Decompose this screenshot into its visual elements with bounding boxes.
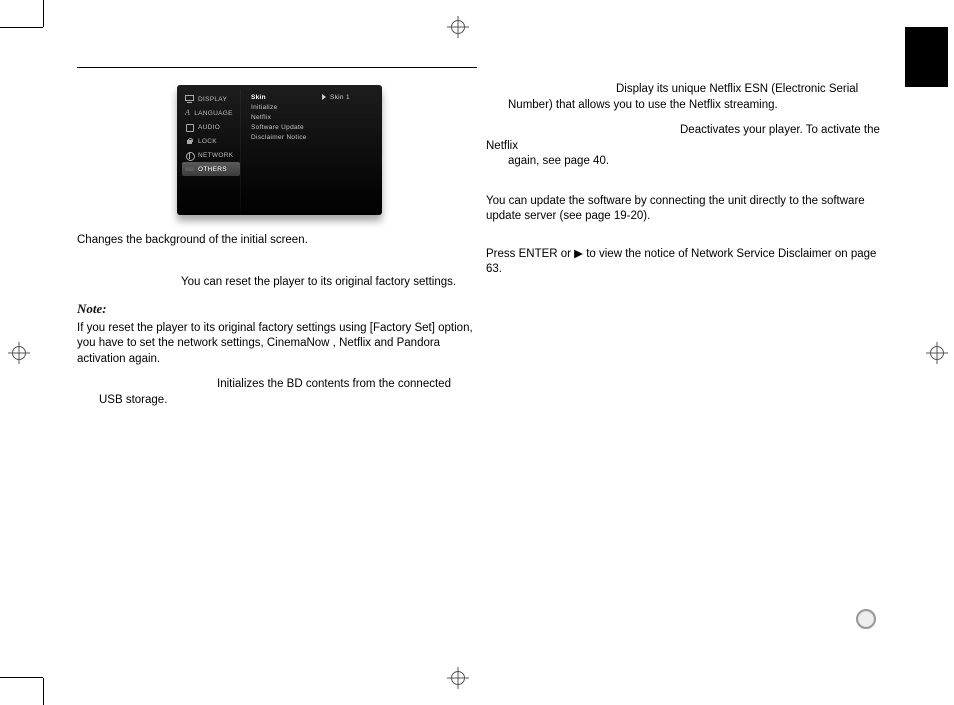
menu-item-audio: AUDIO [182,120,240,134]
menu-item-others: OTHERS [182,162,240,176]
disclaimer-description: Press ENTER or ▶ to view the notice of N… [486,247,886,278]
software-update-description: You can update the software by connectin… [486,194,886,225]
factory-set-description: You can reset the player to its original… [77,275,477,291]
menu-item-lock: LOCK [182,134,240,148]
menu-value: Skin 1 [320,90,377,210]
registration-mark [926,342,948,364]
bd-line1: Initializes the BD contents from the con… [77,377,477,393]
menu-item-display: DISPLAY [182,92,240,106]
netflix-deactivate-description: Deactivates your player. To activate the… [486,123,886,170]
deact-line1: Deactivates your player. To activate the… [486,123,886,154]
crop-mark [0,677,43,678]
menu-option-netflix: Netflix [251,114,316,121]
menu-option-software-update: Software Update [251,124,316,131]
note-heading: Note: [77,300,477,319]
crop-mark [43,678,44,705]
note-text: If you reset the player to its original … [77,321,477,368]
settings-menu-screenshot: DISPLAY A LANGUAGE AUDIO LOCK NETWORK OT… [177,85,382,215]
menu-option-initialize: Initialize [251,104,316,111]
note-label: Note: [77,301,107,316]
menu-label: LOCK [198,138,217,145]
deact-line2: again, see page 40. [486,154,886,170]
menu-option-disclaimer: Disclaimer Notice [251,134,316,141]
network-icon [185,151,194,159]
language-icon: A [185,109,190,117]
registration-mark [447,16,469,38]
crop-mark [43,0,44,27]
right-column: Display its unique Netflix ESN (Electron… [486,80,886,288]
menu-label: AUDIO [198,124,220,131]
registration-mark [8,342,30,364]
section-rule [77,67,477,68]
menu-option-skin: Skin [251,94,316,101]
esn-line1: Display its unique Netflix ESN (Electron… [486,82,886,98]
lock-icon [185,137,194,145]
audio-icon [185,123,194,131]
menu-value-text: Skin 1 [330,94,350,101]
bd-storage-description: Initializes the BD contents from the con… [77,377,477,408]
menu-label: NETWORK [198,152,233,159]
menu-options: Skin Initialize Netflix Software Update … [240,90,320,210]
menu-item-network: NETWORK [182,148,240,162]
esn-line2: Number) that allows you to use the Netfl… [486,98,886,114]
menu-item-language: A LANGUAGE [182,106,240,120]
chevron-right-icon [322,94,326,100]
netflix-esn-description: Display its unique Netflix ESN (Electron… [486,82,886,113]
bd-line2: USB storage. [77,393,477,409]
menu-sidebar: DISPLAY A LANGUAGE AUDIO LOCK NETWORK OT… [182,90,240,210]
registration-mark [447,667,469,689]
crop-mark [0,27,43,28]
menu-label: OTHERS [198,166,227,173]
page-marker-circle [856,609,876,629]
others-icon [185,165,194,173]
menu-label: DISPLAY [198,96,227,103]
left-column: DISPLAY A LANGUAGE AUDIO LOCK NETWORK OT… [77,80,477,418]
skin-description: Changes the background of the initial sc… [77,233,477,249]
edge-tab [905,27,948,87]
menu-label: LANGUAGE [194,110,233,117]
display-icon [185,95,194,103]
